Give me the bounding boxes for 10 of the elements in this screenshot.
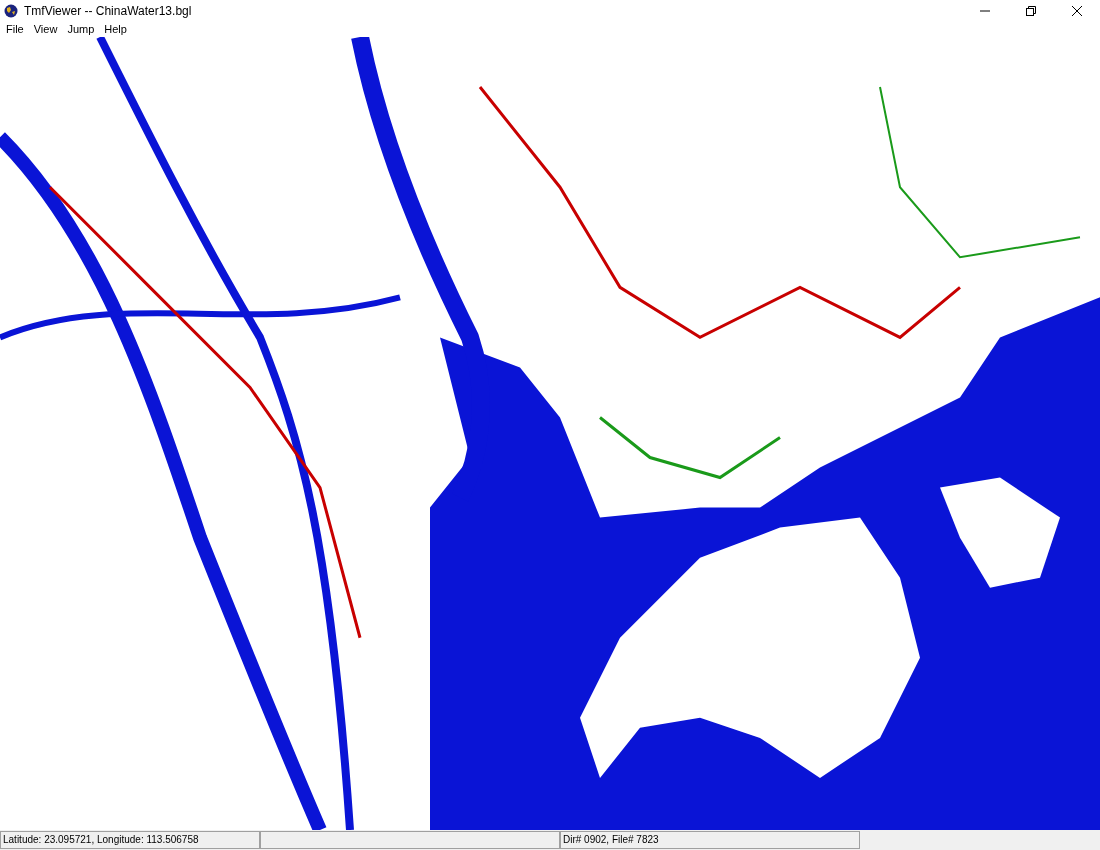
status-pane: Latitude: 23.095721, Longitude: 113.506758	[0, 831, 260, 849]
menu-item[interactable]: Jump	[62, 22, 100, 37]
restore-icon	[1026, 6, 1036, 16]
close-icon	[1072, 6, 1082, 16]
status-pane: Dir# 0902, File# 7823	[560, 831, 860, 849]
globe-icon	[4, 4, 18, 18]
window-title: TmfViewer -- ChinaWater13.bgl	[24, 3, 192, 20]
menu-item[interactable]: Help	[99, 22, 132, 37]
menu-item[interactable]: File	[1, 22, 29, 37]
menu-item[interactable]: View	[28, 22, 63, 37]
